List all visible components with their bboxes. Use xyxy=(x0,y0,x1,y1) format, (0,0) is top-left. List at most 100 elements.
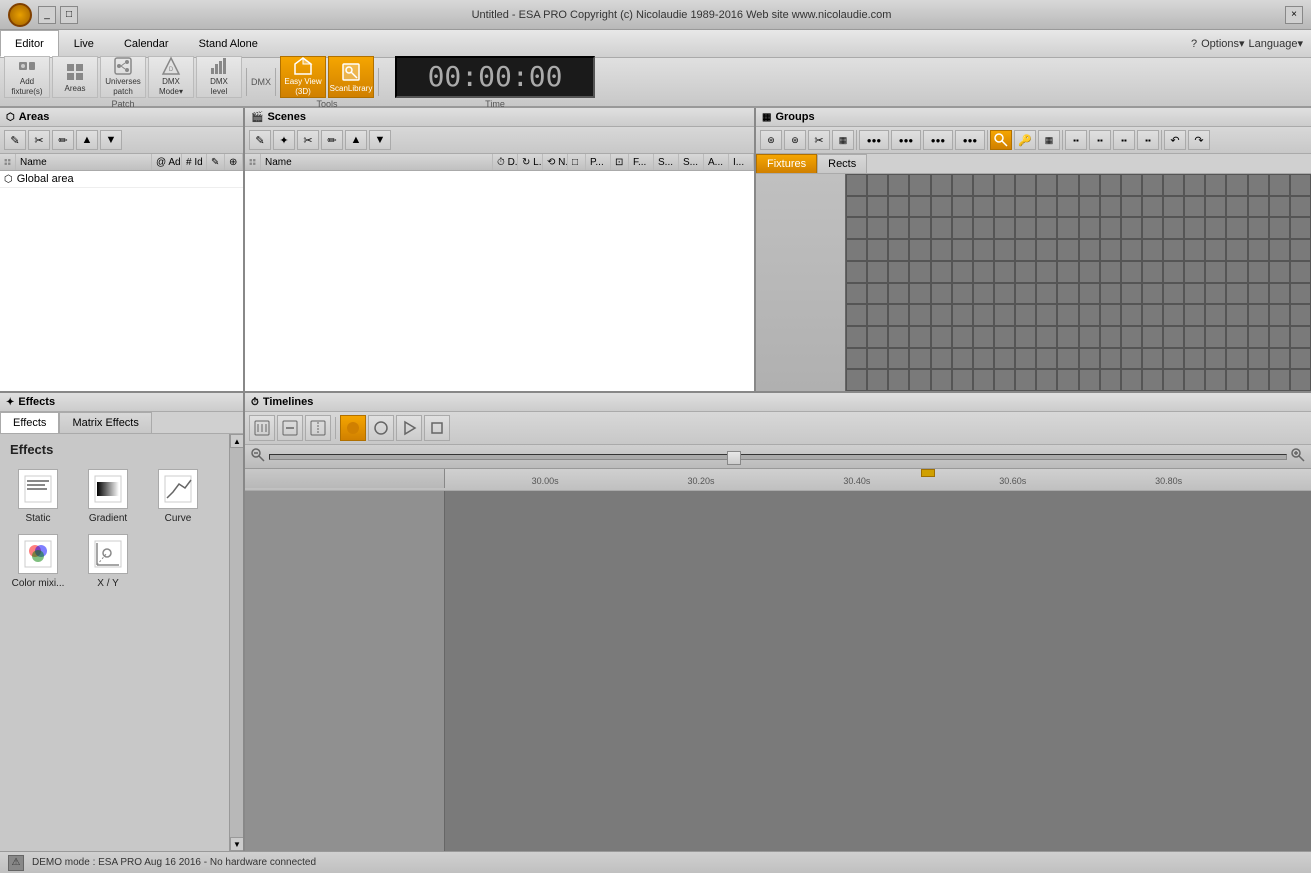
universes-patch-icon xyxy=(112,56,134,76)
scenes-cut-btn[interactable]: ✂ xyxy=(297,130,319,150)
tl-stop2-btn[interactable] xyxy=(424,415,450,441)
ruler-ticks: 30.00s 30.20s 30.40s 30.60s 30.80s xyxy=(445,469,1311,488)
scenes-add-btn[interactable]: ✎ xyxy=(249,130,271,150)
grid-cell xyxy=(846,217,867,239)
dmx-mode-button[interactable]: D DMXMode▾ xyxy=(148,56,194,98)
grp-btn-key[interactable]: 🔑 xyxy=(1014,130,1036,150)
menu-tab-standalone[interactable]: Stand Alone xyxy=(184,30,273,57)
grid-cell xyxy=(1226,261,1247,283)
menu-tab-live[interactable]: Live xyxy=(59,30,109,57)
tl-remove-btn[interactable] xyxy=(277,415,303,441)
effect-color-mixing[interactable]: Color mixi... xyxy=(8,534,68,589)
grp-btn-c3[interactable]: ●●● xyxy=(923,130,953,150)
scenes-header-icon: 🎬 xyxy=(251,112,263,123)
menu-tab-editor[interactable]: Editor xyxy=(0,30,59,57)
effects-tab-effects[interactable]: Effects xyxy=(0,412,59,433)
areas-down-btn[interactable]: ▼ xyxy=(100,130,122,150)
grid-cell xyxy=(1248,304,1269,326)
effect-xy[interactable]: X / Y xyxy=(78,534,138,589)
tl-add-btn[interactable] xyxy=(249,415,275,441)
grp-btn-c4[interactable]: ●●● xyxy=(955,130,985,150)
grid-cell xyxy=(1269,174,1290,196)
grid-cell xyxy=(1226,174,1247,196)
close-button[interactable]: × xyxy=(1285,6,1303,24)
areas-edit-btn[interactable]: ✏ xyxy=(52,130,74,150)
dmx-level-button[interactable]: DMXlevel xyxy=(196,56,242,98)
zoom-in-icon[interactable] xyxy=(1291,448,1305,465)
grid-cell xyxy=(1142,326,1163,348)
grp-btn-search[interactable] xyxy=(990,130,1012,150)
tl-play-btn[interactable] xyxy=(396,415,422,441)
grid-cell xyxy=(1015,217,1036,239)
grp-btn-grid[interactable]: ▦ xyxy=(832,130,854,150)
language-menu[interactable]: Language▾ xyxy=(1249,37,1303,50)
col-name: Name xyxy=(16,154,152,170)
scenes-down-btn[interactable]: ▼ xyxy=(369,130,391,150)
help-link[interactable]: ? xyxy=(1191,38,1197,50)
toolbar-separator-2 xyxy=(275,68,276,96)
zoom-out-icon[interactable] xyxy=(251,448,265,465)
menu-tab-calendar[interactable]: Calendar xyxy=(109,30,184,57)
grp-btn-redo[interactable]: ↷ xyxy=(1188,130,1210,150)
grid-cell xyxy=(867,217,888,239)
grid-cell xyxy=(973,174,994,196)
areas-up-btn[interactable]: ▲ xyxy=(76,130,98,150)
grp-btn-v1[interactable]: ▪▪ xyxy=(1065,130,1087,150)
grp-btn-cut[interactable]: ✂ xyxy=(808,130,830,150)
scenes-up-btn[interactable]: ▲ xyxy=(345,130,367,150)
scenes-edit-btn[interactable]: ✏ xyxy=(321,130,343,150)
effect-static[interactable]: Static xyxy=(8,469,68,524)
grid-cell xyxy=(1142,196,1163,218)
areas-cut-btn[interactable]: ✂ xyxy=(28,130,50,150)
grid-cell xyxy=(931,174,952,196)
grid-cell xyxy=(1142,239,1163,261)
scroll-track xyxy=(230,448,243,837)
tl-split-btn[interactable] xyxy=(305,415,331,441)
add-fixture-button[interactable]: Addfixture(s) xyxy=(4,56,50,98)
restore-button[interactable]: □ xyxy=(60,6,78,24)
scanlibrary-button[interactable]: ScanLibrary xyxy=(328,56,374,98)
ruler-mark-5: 30.80s xyxy=(1155,476,1182,486)
grp-btn-v4[interactable]: ▪▪ xyxy=(1137,130,1159,150)
areas-add-btn[interactable]: ✎ xyxy=(4,130,26,150)
zoom-track[interactable] xyxy=(269,454,1287,460)
grid-cell xyxy=(952,239,973,261)
scroll-down-btn[interactable]: ▼ xyxy=(230,837,243,851)
effect-curve[interactable]: Curve xyxy=(148,469,208,524)
grp-btn-2[interactable]: ⊛ xyxy=(784,130,806,150)
easy-view-button[interactable]: Easy View(3D) xyxy=(280,56,326,98)
scenes-new-btn[interactable]: ✦ xyxy=(273,130,295,150)
scenes-column-header: Name ⏱ D... ↻ L... ⟲ N... □ P... ⊡ F... … xyxy=(245,154,754,171)
grp-btn-undo[interactable]: ↶ xyxy=(1164,130,1186,150)
grp-btn-1[interactable]: ⊛ xyxy=(760,130,782,150)
universes-patch-button[interactable]: Universespatch xyxy=(100,56,146,98)
grid-cell xyxy=(1121,174,1142,196)
effects-tab-matrix[interactable]: Matrix Effects xyxy=(59,412,151,433)
areas-row-global[interactable]: ⬡ Global area xyxy=(0,171,243,188)
effects-content-title: Effects xyxy=(8,442,221,457)
grid-cell xyxy=(909,174,930,196)
areas-button[interactable]: Areas xyxy=(52,56,98,98)
grp-btn-c2[interactable]: ●●● xyxy=(891,130,921,150)
tl-stop-btn[interactable] xyxy=(368,415,394,441)
areas-column-header: Name @ Adr. # Id ✎ ⊕ xyxy=(0,154,243,171)
grid-cell xyxy=(867,239,888,261)
timeline-zoom xyxy=(245,445,1311,469)
rects-tab[interactable]: Rects xyxy=(817,154,867,173)
grid-cell xyxy=(1184,348,1205,370)
grp-btn-v2[interactable]: ▪▪ xyxy=(1089,130,1111,150)
scroll-up-btn[interactable]: ▲ xyxy=(230,434,243,448)
grid-cell xyxy=(1290,196,1311,218)
minimize-button[interactable]: _ xyxy=(38,6,56,24)
grp-btn-c1[interactable]: ●●● xyxy=(859,130,889,150)
zoom-thumb[interactable] xyxy=(727,451,741,465)
grid-cell xyxy=(1248,239,1269,261)
titlebar-window-controls: _ □ xyxy=(38,6,78,24)
grp-btn-v3[interactable]: ▪▪ xyxy=(1113,130,1135,150)
fixtures-tab[interactable]: Fixtures xyxy=(756,154,817,173)
tl-record-btn[interactable] xyxy=(340,415,366,441)
options-menu[interactable]: Options▾ xyxy=(1201,37,1244,50)
effect-gradient[interactable]: Gradient xyxy=(78,469,138,524)
grid-cell xyxy=(1079,326,1100,348)
grp-btn-grid2[interactable]: ▦ xyxy=(1038,130,1060,150)
